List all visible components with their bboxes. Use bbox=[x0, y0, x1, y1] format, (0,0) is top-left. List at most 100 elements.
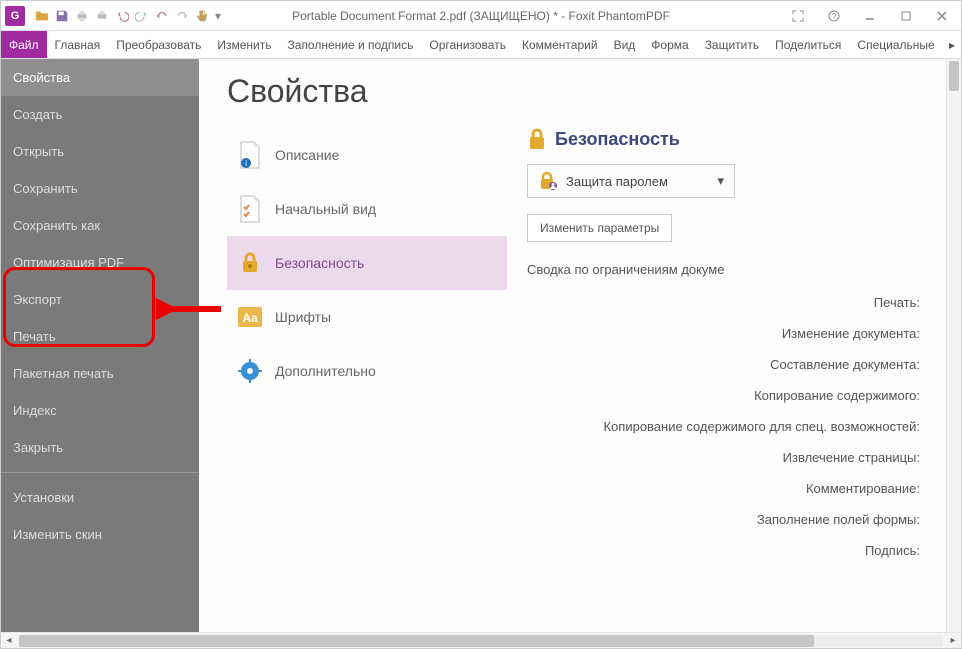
security-method-label: Защита паролем bbox=[566, 174, 668, 189]
sidebar-item-optimize[interactable]: Оптимизация PDF bbox=[1, 244, 199, 281]
sidebar-item-print[interactable]: Печать bbox=[1, 318, 199, 355]
tab-label: Описание bbox=[275, 147, 339, 163]
security-heading: Безопасность bbox=[527, 128, 926, 150]
print2-icon[interactable] bbox=[93, 7, 111, 25]
menu-fillsign[interactable]: Заполнение и подпись bbox=[280, 31, 422, 58]
hand-icon[interactable] bbox=[193, 7, 211, 25]
sidebar-item-save[interactable]: Сохранить bbox=[1, 170, 199, 207]
svg-text:?: ? bbox=[832, 12, 837, 21]
change-settings-button[interactable]: Изменить параметры bbox=[527, 214, 672, 242]
sidebar-item-label: Сохранить как bbox=[13, 218, 100, 233]
tab-label: Безопасность bbox=[275, 255, 364, 271]
tab-label: Начальный вид bbox=[275, 201, 376, 217]
lock-icon bbox=[527, 128, 547, 150]
fonts-icon: Aa bbox=[237, 304, 263, 330]
tab-advanced[interactable]: Дополнительно bbox=[227, 344, 507, 398]
gear-icon bbox=[237, 358, 263, 384]
restriction-row: Извлечение страницы: bbox=[527, 442, 926, 473]
sidebar-item-export[interactable]: Экспорт bbox=[1, 281, 199, 318]
tab-security[interactable]: Безопасность bbox=[227, 236, 507, 290]
menu-label: Специальные bbox=[857, 38, 934, 52]
menu-label: Организовать bbox=[429, 38, 506, 52]
sidebar-item-open[interactable]: Открыть bbox=[1, 133, 199, 170]
checklist-icon bbox=[237, 196, 263, 222]
dropdown-icon[interactable]: ▾ bbox=[213, 7, 223, 25]
redo-icon[interactable] bbox=[133, 7, 151, 25]
sidebar-item-label: Создать bbox=[13, 107, 62, 122]
menu-view[interactable]: Вид bbox=[606, 31, 644, 58]
redo2-icon[interactable] bbox=[173, 7, 191, 25]
tab-label: Шрифты bbox=[275, 309, 331, 325]
security-heading-label: Безопасность bbox=[555, 129, 680, 150]
sidebar-item-label: Установки bbox=[13, 490, 74, 505]
lock-icon bbox=[237, 250, 263, 276]
menu-home[interactable]: Главная bbox=[47, 31, 109, 58]
svg-text:i: i bbox=[245, 159, 247, 168]
menu-comment[interactable]: Комментарий bbox=[514, 31, 606, 58]
sidebar-item-close[interactable]: Закрыть bbox=[1, 429, 199, 466]
save-icon[interactable] bbox=[53, 7, 71, 25]
restriction-row: Подпись: bbox=[527, 535, 926, 566]
main-area: Свойства Создать Открыть Сохранить Сохра… bbox=[1, 59, 961, 632]
sidebar-item-label: Индекс bbox=[13, 403, 57, 418]
sidebar-item-label: Оптимизация PDF bbox=[13, 255, 124, 270]
menu-overflow-icon[interactable]: ▸ bbox=[943, 31, 961, 58]
sidebar: Свойства Создать Открыть Сохранить Сохра… bbox=[1, 59, 199, 632]
menu-protect[interactable]: Защитить bbox=[697, 31, 767, 58]
tab-initialview[interactable]: Начальный вид bbox=[227, 182, 507, 236]
restrictions-list: Печать: Изменение документа: Составление… bbox=[527, 287, 926, 566]
tab-description[interactable]: i Описание bbox=[227, 128, 507, 182]
security-method-combo[interactable]: Защита паролем ▾ bbox=[527, 164, 735, 198]
tab-fonts[interactable]: Aa Шрифты bbox=[227, 290, 507, 344]
sidebar-item-create[interactable]: Создать bbox=[1, 96, 199, 133]
menu-label: Файл bbox=[9, 38, 39, 52]
sidebar-item-index[interactable]: Индекс bbox=[1, 392, 199, 429]
sidebar-item-saveas[interactable]: Сохранить как bbox=[1, 207, 199, 244]
sidebar-item-label: Закрыть bbox=[13, 440, 63, 455]
menu-file[interactable]: Файл bbox=[1, 31, 47, 58]
help-icon[interactable]: ? bbox=[819, 6, 849, 26]
menu-label: Вид bbox=[614, 38, 636, 52]
menu-label: Преобразовать bbox=[116, 38, 201, 52]
maximize-icon[interactable] bbox=[891, 6, 921, 26]
scrollbar-thumb[interactable] bbox=[949, 61, 959, 91]
quick-access-toolbar: ▾ bbox=[33, 7, 223, 25]
undo2-icon[interactable] bbox=[153, 7, 171, 25]
menu-convert[interactable]: Преобразовать bbox=[108, 31, 209, 58]
scrollbar-track[interactable] bbox=[19, 635, 943, 647]
menu-special[interactable]: Специальные bbox=[849, 31, 942, 58]
sidebar-item-properties[interactable]: Свойства bbox=[1, 59, 199, 96]
menu-edit[interactable]: Изменить bbox=[209, 31, 279, 58]
scroll-left-icon[interactable]: ◂ bbox=[1, 635, 17, 646]
content-panel: Свойства i Описание Начальный вид bbox=[199, 59, 946, 632]
properties-tabs: i Описание Начальный вид Безопасность bbox=[227, 128, 507, 566]
lock-user-icon bbox=[538, 171, 558, 191]
scrollbar-thumb[interactable] bbox=[19, 635, 814, 647]
fullscreen-icon[interactable] bbox=[783, 6, 813, 26]
menu-label: Комментарий bbox=[522, 38, 598, 52]
sidebar-item-changeskin[interactable]: Изменить скин bbox=[1, 516, 199, 553]
restriction-row: Заполнение полей формы: bbox=[527, 504, 926, 535]
menu-share[interactable]: Поделиться bbox=[767, 31, 849, 58]
restriction-row: Копирование содержимого для спец. возмож… bbox=[527, 411, 926, 442]
chevron-down-icon: ▾ bbox=[717, 173, 724, 189]
sidebar-item-batchprint[interactable]: Пакетная печать bbox=[1, 355, 199, 392]
print-icon[interactable] bbox=[73, 7, 91, 25]
vertical-scrollbar[interactable] bbox=[946, 59, 961, 632]
menubar: Файл Главная Преобразовать Изменить Запо… bbox=[1, 31, 961, 59]
scroll-right-icon[interactable]: ▸ bbox=[945, 635, 961, 646]
restriction-row: Изменение документа: bbox=[527, 318, 926, 349]
undo-icon[interactable] bbox=[113, 7, 131, 25]
menu-organize[interactable]: Организовать bbox=[421, 31, 514, 58]
open-icon[interactable] bbox=[33, 7, 51, 25]
restrictions-summary-title: Сводка по ограничениям докуме bbox=[527, 262, 926, 277]
menu-form[interactable]: Форма bbox=[643, 31, 696, 58]
svg-text:Aa: Aa bbox=[242, 311, 258, 325]
restriction-row: Печать: bbox=[527, 287, 926, 318]
sidebar-item-preferences[interactable]: Установки bbox=[1, 479, 199, 516]
restriction-row: Копирование содержимого: bbox=[527, 380, 926, 411]
minimize-icon[interactable] bbox=[855, 6, 885, 26]
close-icon[interactable] bbox=[927, 6, 957, 26]
menu-label: Форма bbox=[651, 38, 688, 52]
horizontal-scrollbar[interactable]: ◂ ▸ bbox=[1, 632, 961, 648]
